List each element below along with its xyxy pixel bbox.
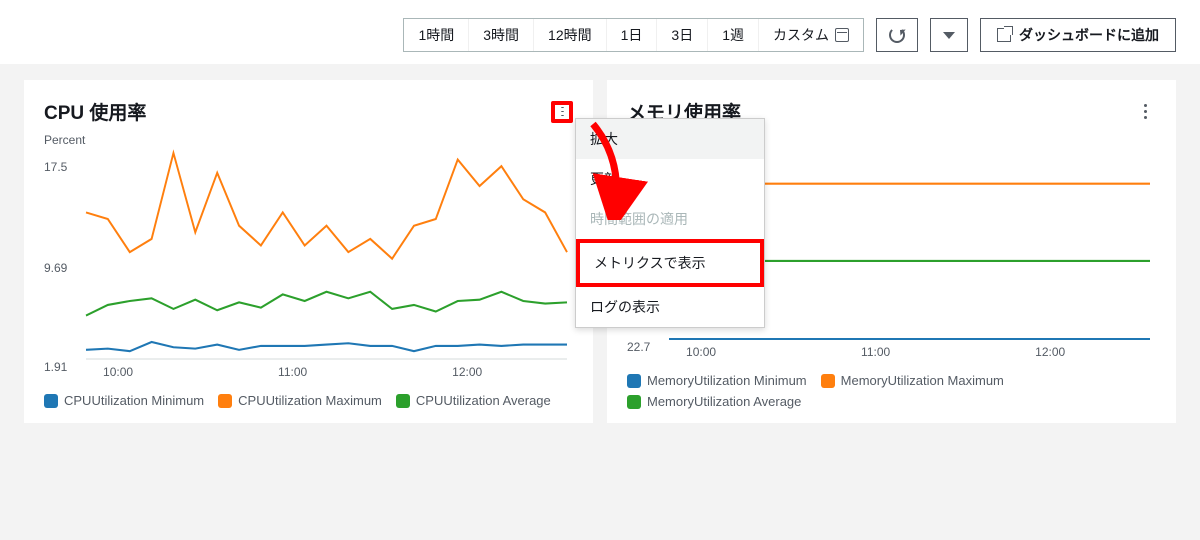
panel-menu-dropdown: 拡大 更新 時間範囲の適用 メトリクスで表示 ログの表示 <box>575 118 765 328</box>
time-range-12h[interactable]: 12時間 <box>534 19 607 51</box>
calendar-icon <box>835 28 849 42</box>
time-range-1d[interactable]: 1日 <box>607 19 658 51</box>
legend: CPUUtilization Minimum CPUUtilization Ma… <box>44 393 573 408</box>
time-range-3h[interactable]: 3時間 <box>469 19 534 51</box>
chart-area: 17.5 9.69 1.91 10:00 11:00 12:00 <box>44 153 573 383</box>
y-tick: 17.5 <box>44 160 67 174</box>
legend-item[interactable]: CPUUtilization Minimum <box>44 393 204 408</box>
panel-cpu: CPU 使用率 拡大 更新 時間範囲の適用 メトリクスで表示 ログの表示 Per… <box>24 80 593 423</box>
y-tick: 22.7 <box>627 340 650 354</box>
external-link-icon <box>997 28 1011 42</box>
x-tick: 12:00 <box>1035 345 1065 359</box>
panel-menu-button[interactable] <box>1134 101 1156 123</box>
panel-menu-button[interactable] <box>551 101 573 123</box>
legend-item[interactable]: MemoryUtilization Minimum <box>627 373 807 388</box>
toolbar: 1時間 3時間 12時間 1日 3日 1週 カスタム ダッシュボードに追加 <box>0 0 1200 64</box>
add-to-dashboard-button[interactable]: ダッシュボードに追加 <box>980 18 1176 52</box>
refresh-icon <box>889 27 905 43</box>
time-range-custom[interactable]: カスタム <box>759 19 863 51</box>
y-tick: 1.91 <box>44 360 67 374</box>
legend-item[interactable]: MemoryUtilization Average <box>627 394 801 409</box>
menu-item-enlarge[interactable]: 拡大 <box>576 119 764 159</box>
y-axis-label: Percent <box>44 133 573 147</box>
time-range-group: 1時間 3時間 12時間 1日 3日 1週 カスタム <box>403 18 864 52</box>
x-tick: 10:00 <box>103 365 133 379</box>
y-tick: 9.69 <box>44 261 67 275</box>
menu-item-view-in-metrics[interactable]: メトリクスで表示 <box>576 239 764 287</box>
menu-item-apply-time-range: 時間範囲の適用 <box>576 199 764 239</box>
x-tick: 10:00 <box>686 345 716 359</box>
legend-item[interactable]: CPUUtilization Average <box>396 393 551 408</box>
refresh-button[interactable] <box>876 18 918 52</box>
legend: MemoryUtilization Minimum MemoryUtilizat… <box>627 373 1156 409</box>
x-tick: 11:00 <box>278 365 307 379</box>
x-tick: 11:00 <box>861 345 890 359</box>
x-tick: 12:00 <box>452 365 482 379</box>
time-range-1h[interactable]: 1時間 <box>404 19 469 51</box>
menu-item-refresh[interactable]: 更新 <box>576 159 764 199</box>
menu-item-view-logs[interactable]: ログの表示 <box>576 287 764 327</box>
legend-item[interactable]: MemoryUtilization Maximum <box>821 373 1004 388</box>
legend-item[interactable]: CPUUtilization Maximum <box>218 393 382 408</box>
chevron-down-icon <box>943 32 955 39</box>
time-range-3d[interactable]: 3日 <box>657 19 708 51</box>
action-buttons <box>876 18 968 52</box>
panel-title: CPU 使用率 <box>44 98 146 125</box>
panels-row: CPU 使用率 拡大 更新 時間範囲の適用 メトリクスで表示 ログの表示 Per… <box>0 64 1200 447</box>
time-range-1w[interactable]: 1週 <box>708 19 759 51</box>
refresh-options-button[interactable] <box>930 18 968 52</box>
